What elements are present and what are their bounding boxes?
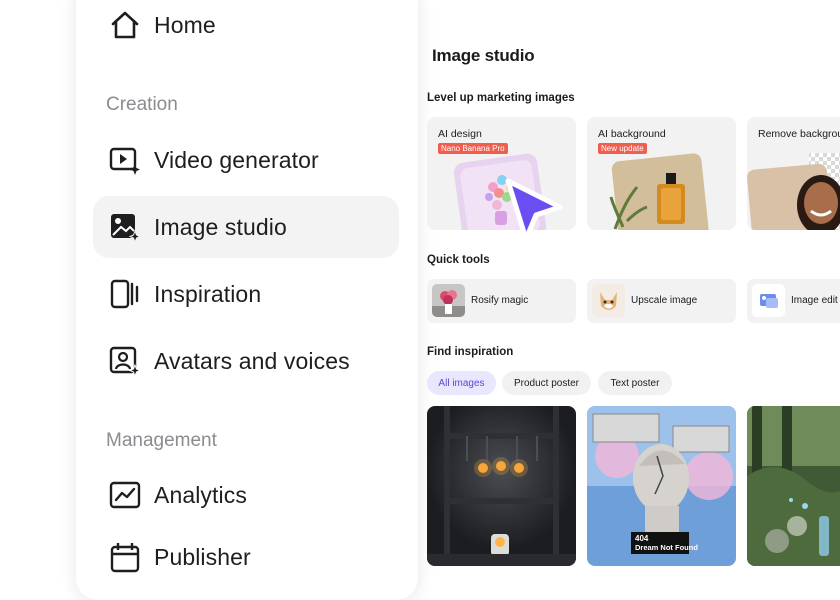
chip-product-poster[interactable]: Product poster bbox=[502, 371, 591, 395]
gallery-item[interactable]: 404 Dream Not Found bbox=[587, 406, 736, 566]
section-title-management: Management bbox=[106, 430, 217, 451]
home-icon bbox=[108, 8, 142, 42]
sidebar-item-label: Home bbox=[154, 11, 216, 38]
sidebar-item-home[interactable]: Home bbox=[93, 0, 399, 56]
sidebar-item-label: Image studio bbox=[154, 213, 287, 240]
sidebar-item-label: Inspiration bbox=[154, 280, 262, 307]
page-title: Image studio bbox=[432, 46, 535, 65]
industrial-lamp-image bbox=[427, 406, 576, 566]
section-title-inspiration: Find inspiration bbox=[427, 346, 514, 358]
calendar-icon bbox=[108, 540, 142, 574]
pointer-cursor-icon bbox=[505, 178, 563, 242]
image-sparkle-icon bbox=[108, 210, 142, 244]
columns-icon bbox=[108, 277, 142, 311]
sidebar-item-avatars[interactable]: Avatars and voices bbox=[93, 330, 399, 392]
chip-text-poster[interactable]: Text poster bbox=[598, 371, 672, 395]
section-title-creation: Creation bbox=[106, 94, 178, 115]
avatar-sparkle-icon bbox=[108, 344, 142, 378]
sidebar-item-label: Analytics bbox=[154, 481, 247, 508]
rosify-thumb bbox=[432, 284, 465, 317]
tool-upscale-image[interactable]: Upscale image bbox=[587, 279, 736, 323]
sidebar: Home Creation Video generator Image stud… bbox=[76, 0, 418, 600]
section-title-marketing: Level up marketing images bbox=[427, 92, 575, 104]
portrait-preview-image bbox=[747, 153, 840, 230]
video-sparkle-icon bbox=[108, 143, 142, 177]
chart-icon bbox=[108, 478, 142, 512]
section-title-quick-tools: Quick tools bbox=[427, 254, 490, 266]
gallery-overlay-text: Dream Not Found bbox=[635, 543, 698, 552]
gallery-item[interactable] bbox=[747, 406, 840, 566]
perfume-preview-image bbox=[609, 153, 709, 230]
tool-rosify-magic[interactable]: Rosify magic bbox=[427, 279, 576, 323]
image-edit-thumb bbox=[752, 284, 785, 317]
tool-label: Image edit bbox=[791, 295, 838, 306]
tool-label: Upscale image bbox=[631, 295, 698, 306]
gallery-overlay-404: 404 bbox=[635, 534, 649, 543]
sidebar-item-image-studio[interactable]: Image studio bbox=[93, 196, 399, 258]
statue-poster-image bbox=[587, 406, 736, 566]
tool-label: Rosify magic bbox=[471, 295, 529, 306]
card-remove-background[interactable]: Remove backgrou bbox=[747, 117, 840, 230]
tool-image-edit[interactable]: Image edit bbox=[747, 279, 840, 323]
forest-image bbox=[747, 406, 840, 566]
upscale-thumb bbox=[592, 284, 625, 317]
card-ai-background[interactable]: AI background New update bbox=[587, 117, 736, 230]
sidebar-item-publisher[interactable]: Publisher bbox=[93, 526, 399, 588]
gallery-item[interactable] bbox=[427, 406, 576, 566]
sidebar-item-label: Publisher bbox=[154, 543, 251, 570]
sidebar-item-analytics[interactable]: Analytics bbox=[93, 464, 399, 526]
sidebar-item-inspiration[interactable]: Inspiration bbox=[93, 263, 399, 325]
sidebar-item-label: Avatars and voices bbox=[154, 347, 350, 374]
sidebar-item-label: Video generator bbox=[154, 146, 319, 173]
sidebar-item-video-generator[interactable]: Video generator bbox=[93, 129, 399, 191]
chip-all-images[interactable]: All images bbox=[427, 371, 496, 395]
